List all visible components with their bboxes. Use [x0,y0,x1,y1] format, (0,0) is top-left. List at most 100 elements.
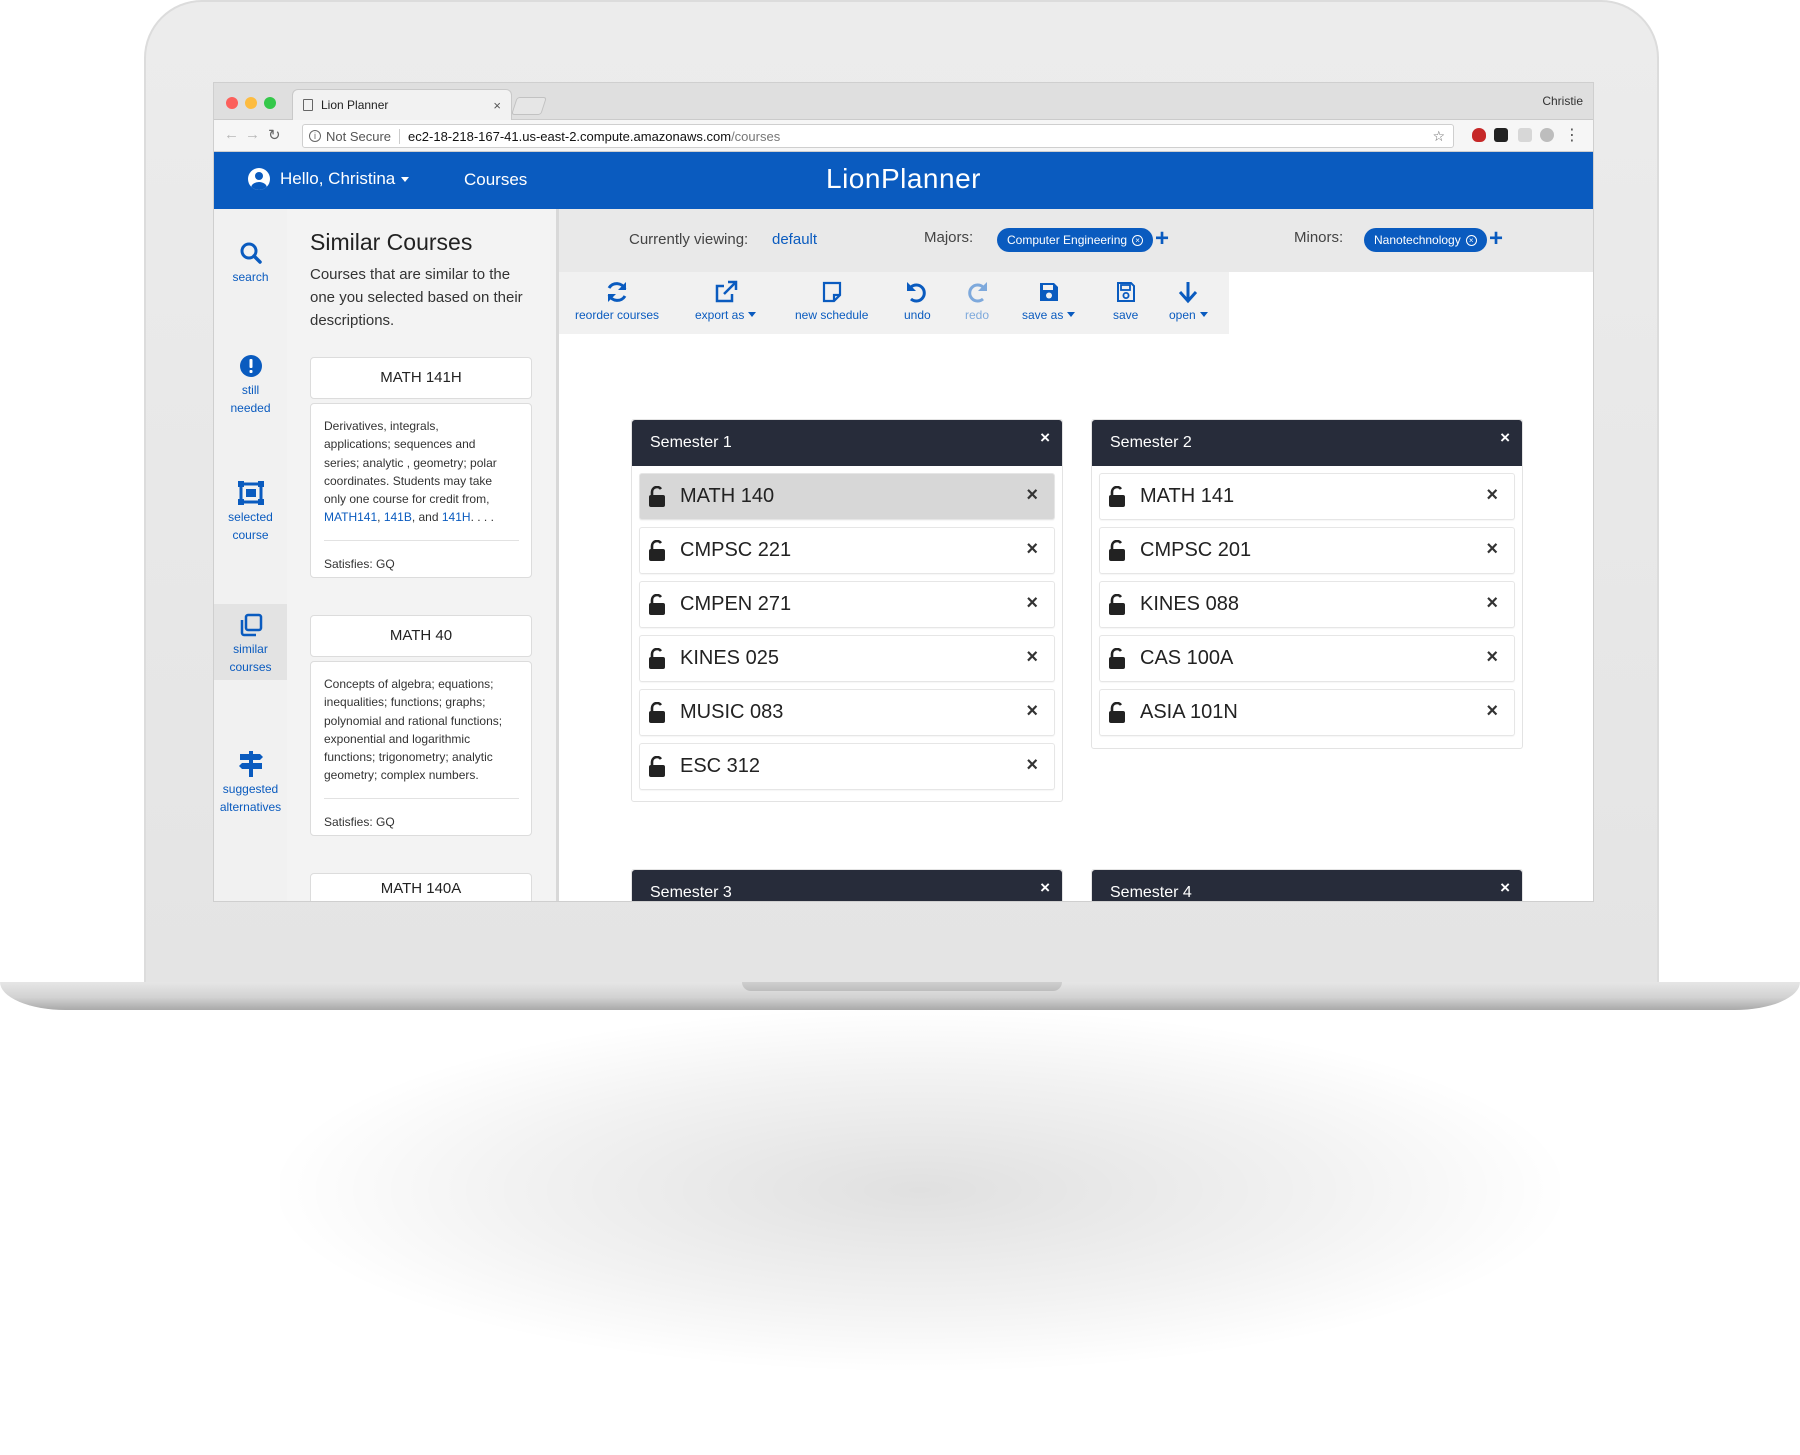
sidebar-item-selected-course[interactable]: selected course [214,481,287,544]
close-semester-icon[interactable]: × [1500,865,1510,901]
remove-course-icon[interactable]: × [1026,700,1038,723]
course-item[interactable]: ASIA 101N × [1099,689,1515,736]
course-name: KINES 088 [1140,593,1239,615]
profile-name[interactable]: Christie [1542,94,1583,108]
course-link[interactable]: 141H [442,510,471,524]
semester-title: Semester 2 [1110,434,1192,451]
major-badge[interactable]: Computer Engineering × [997,228,1154,252]
remove-course-icon[interactable]: × [1026,484,1038,507]
add-minor-button[interactable]: + [1489,225,1503,253]
semester-card: Semester 3 × [631,869,1063,901]
star-icon[interactable]: ☆ [1432,128,1445,145]
course-item[interactable]: CMPEN 271 × [639,581,1055,628]
minimize-window-button[interactable] [245,97,257,109]
unlock-icon[interactable] [648,701,666,724]
course-item[interactable]: MATH 140 × [639,473,1055,520]
remove-course-icon[interactable]: × [1026,754,1038,777]
remove-course-icon[interactable]: × [1486,646,1498,669]
remove-course-icon[interactable]: × [1486,538,1498,561]
save-as-button[interactable]: save as [1022,280,1076,322]
course-item[interactable]: KINES 025 × [639,635,1055,682]
remove-course-icon[interactable]: × [1026,592,1038,615]
remove-course-icon[interactable]: × [1026,646,1038,669]
course-card-body: Derivatives, integrals, applications; se… [310,403,532,578]
open-button[interactable]: open [1169,280,1208,322]
semester-header[interactable]: Semester 4 × [1092,870,1522,901]
save-button[interactable]: save [1113,280,1138,322]
satisfies-text: Satisfies: GQ [324,814,395,829]
back-arrow-icon[interactable]: ← [224,126,239,143]
unlock-icon[interactable] [648,485,666,508]
course-name: MATH 140 [680,485,775,507]
sidebar-item-search[interactable]: search [214,241,287,286]
new-schedule-button[interactable]: new schedule [795,280,868,322]
semester-title: Semester 1 [650,434,732,451]
add-major-button[interactable]: + [1155,225,1169,253]
unlock-icon[interactable] [1108,701,1126,724]
sidebar-item-similar-courses[interactable]: similar courses [214,604,287,680]
course-item[interactable]: CMPSC 221 × [639,527,1055,574]
course-name: ASIA 101N [1140,701,1238,723]
semester-header[interactable]: Semester 2 × [1092,420,1522,466]
course-link[interactable]: 141B [384,510,412,524]
semester-header[interactable]: Semester 1 × [632,420,1062,466]
course-item[interactable]: CMPSC 201 × [1099,527,1515,574]
remove-course-icon[interactable]: × [1486,484,1498,507]
unlock-icon[interactable] [1108,647,1126,670]
course-card-header[interactable]: MATH 141H [310,357,532,399]
app-header: Hello, Christina Courses LionPlanner [214,152,1593,209]
export-as-button[interactable]: export as [695,280,757,322]
tab-bar: Lion Planner × Christie [214,83,1593,120]
close-semester-icon[interactable]: × [1040,415,1050,461]
extension-icon[interactable] [1494,128,1508,142]
reload-icon[interactable]: ↻ [268,126,281,144]
security-label[interactable]: Not Secure [326,128,401,144]
unlock-icon[interactable] [648,539,666,562]
browser-tab[interactable]: Lion Planner × [292,89,512,120]
remove-course-icon[interactable]: × [1486,700,1498,723]
redo-button[interactable]: redo [965,280,989,322]
app-title: LionPlanner [826,163,981,194]
unlock-icon[interactable] [1108,539,1126,562]
close-semester-icon[interactable]: × [1040,865,1050,901]
semester-header[interactable]: Semester 3 × [632,870,1062,901]
forward-arrow-icon[interactable]: → [245,126,260,143]
unlock-icon[interactable] [648,755,666,778]
minor-badge[interactable]: Nanotechnology × [1364,228,1487,252]
sidebar-item-suggested-alternatives[interactable]: suggested alternatives [214,751,287,816]
course-item[interactable]: MUSIC 083 × [639,689,1055,736]
unlock-icon[interactable] [648,593,666,616]
maximize-window-button[interactable] [264,97,276,109]
undo-button[interactable]: undo [904,280,931,322]
course-card-header[interactable]: MATH 40 [310,615,532,657]
unlock-icon[interactable] [1108,485,1126,508]
extension-icon[interactable] [1518,128,1532,142]
course-item[interactable]: ESC 312 × [639,743,1055,790]
menu-dots-icon[interactable]: ⋮ [1564,125,1580,145]
browser-window: Lion Planner × Christie ← → ↻ i Not Secu… [213,82,1594,902]
remove-course-icon[interactable]: × [1486,592,1498,615]
new-tab-button[interactable] [511,97,547,115]
sidebar-item-still-needed[interactable]: still needed [214,354,287,417]
unlock-icon[interactable] [648,647,666,670]
reorder-courses-button[interactable]: reorder courses [575,280,659,322]
sidebar-item-label: still [241,383,260,397]
tab-close-icon[interactable]: × [493,98,501,113]
ublock-extension-icon[interactable] [1472,128,1486,142]
course-link[interactable]: MATH141 [324,510,377,524]
course-item[interactable]: CAS 100A × [1099,635,1515,682]
course-item[interactable]: KINES 088 × [1099,581,1515,628]
tool-label: open [1169,308,1196,322]
unlock-icon[interactable] [1108,593,1126,616]
url-field[interactable]: i Not Secure ec2-18-218-167-41.us-east-2… [302,124,1454,148]
course-item[interactable]: MATH 141 × [1099,473,1515,520]
extension-icon[interactable] [1540,128,1554,142]
remove-major-icon[interactable]: × [1132,235,1144,246]
close-window-button[interactable] [226,97,238,109]
close-semester-icon[interactable]: × [1500,415,1510,461]
course-card-header[interactable]: MATH 140A [310,873,532,901]
schedule-name-link[interactable]: default [772,231,817,248]
info-icon[interactable]: i [309,130,321,142]
remove-course-icon[interactable]: × [1026,538,1038,561]
remove-minor-icon[interactable]: × [1465,235,1477,246]
